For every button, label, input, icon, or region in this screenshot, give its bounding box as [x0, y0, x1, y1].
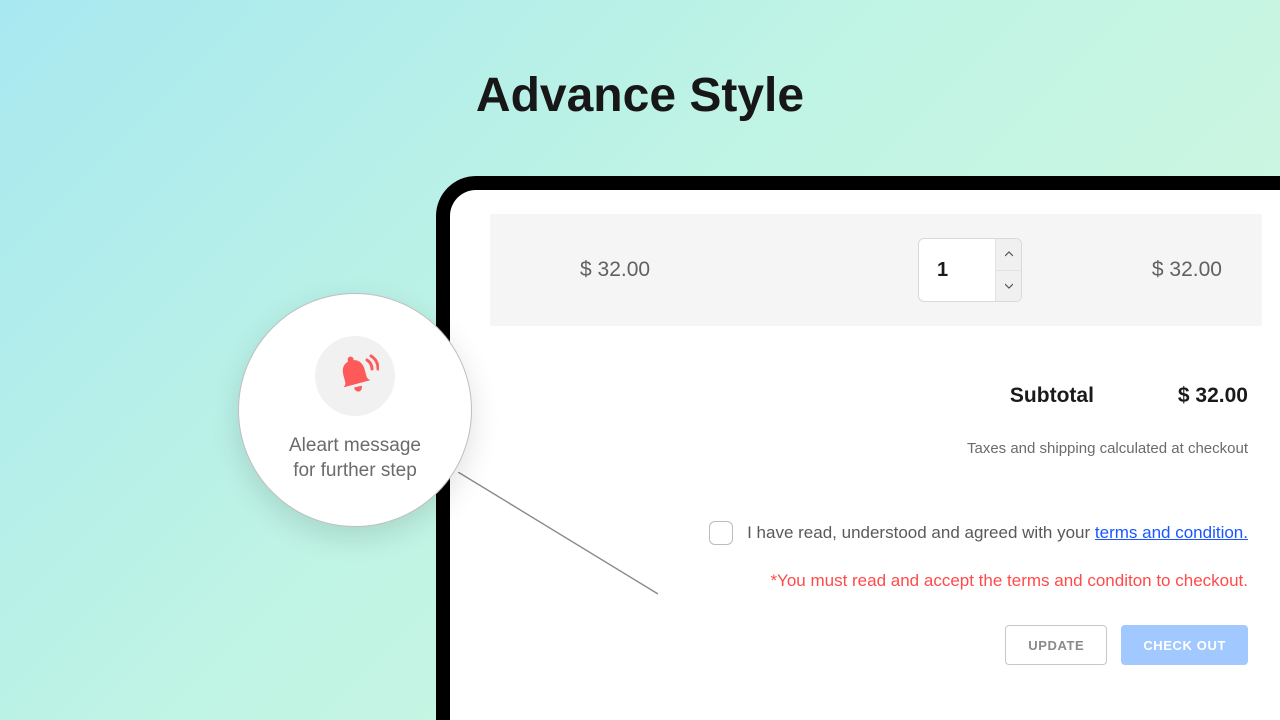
- unit-price: $ 32.00: [580, 258, 650, 282]
- subtotal-row: Subtotal $ 32.00: [490, 384, 1262, 408]
- callout-line1: Aleart message: [289, 434, 421, 459]
- terms-checkbox[interactable]: [709, 521, 733, 545]
- actions-row: UPDATE CHECK OUT: [490, 625, 1262, 665]
- chevron-down-icon: [1005, 283, 1013, 289]
- callout-line2: for further step: [289, 459, 421, 484]
- cart-row: $ 32.00 1 $ 32.00: [490, 214, 1262, 326]
- callout-text: Aleart message for further step: [289, 434, 421, 483]
- subtotal-label: Subtotal: [1010, 384, 1094, 408]
- line-total: $ 32.00: [1132, 258, 1222, 282]
- quantity-decrease-button[interactable]: [996, 271, 1021, 302]
- update-button[interactable]: UPDATE: [1005, 625, 1107, 665]
- quantity-increase-button[interactable]: [996, 239, 1021, 271]
- page-title: Advance Style: [476, 68, 804, 123]
- quantity-value[interactable]: 1: [919, 239, 995, 301]
- terms-text: I have read, understood and agreed with …: [747, 523, 1248, 543]
- subtotal-value: $ 32.00: [1178, 384, 1248, 408]
- terms-link[interactable]: terms and condition.: [1095, 523, 1248, 542]
- quantity-stepper: 1: [918, 238, 1022, 302]
- terms-prefix: I have read, understood and agreed with …: [747, 523, 1095, 542]
- checkout-button[interactable]: CHECK OUT: [1121, 625, 1248, 665]
- taxes-note: Taxes and shipping calculated at checkou…: [490, 440, 1262, 457]
- terms-row: I have read, understood and agreed with …: [490, 521, 1262, 545]
- chevron-up-icon: [1005, 251, 1013, 257]
- bell-icon: [331, 352, 379, 400]
- alert-message: *You must read and accept the terms and …: [490, 571, 1262, 591]
- screen: $ 32.00 1 $ 32.00: [450, 190, 1280, 720]
- device-frame: $ 32.00 1 $ 32.00: [436, 176, 1280, 720]
- callout-badge: Aleart message for further step: [238, 293, 472, 527]
- background: Advance Style $ 32.00 1: [0, 0, 1280, 720]
- bell-icon-wrap: [315, 336, 395, 416]
